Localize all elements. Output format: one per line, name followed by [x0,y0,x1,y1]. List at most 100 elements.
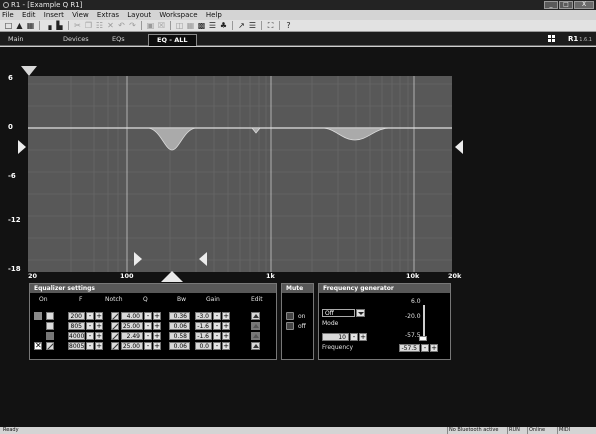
frequency-increment[interactable]: + [359,333,367,341]
frequency-field[interactable]: 10 [322,333,349,341]
copy-icon[interactable]: ❐ [83,21,94,31]
menu-edit[interactable]: Edit [22,11,36,19]
menu-help[interactable]: Help [206,11,222,19]
left-level-marker-icon[interactable] [18,140,26,154]
window-icon[interactable]: ◫ [174,21,185,31]
close-button[interactable]: X [574,1,594,9]
band-3-q-increment[interactable]: + [153,332,161,340]
band-2-bw-field[interactable]: 0.06 [169,322,190,330]
level-increment[interactable]: + [430,344,438,352]
band-4-notch-toggle[interactable] [111,342,119,350]
band-4-gain-field[interactable]: 0.0 [195,342,212,350]
band-4-frequency-field[interactable]: 8005 [68,342,85,350]
band-2-gain-increment[interactable]: + [222,322,230,330]
band-3-gain-decrement[interactable]: - [213,332,221,340]
band-1-q-increment[interactable]: + [153,312,161,320]
band-2-frequency-increment[interactable]: + [95,322,103,330]
band-3-gain-field[interactable]: -1.6 [195,332,212,340]
frame-x-icon[interactable]: ☒ [156,21,167,31]
band-2-edit-button[interactable] [251,322,260,330]
band-2-frequency-field[interactable]: 805 [68,322,85,330]
right-level-marker-icon[interactable] [455,140,463,154]
band-2-frequency-decrement[interactable]: - [86,322,94,330]
band-1-gain-decrement[interactable]: - [213,312,221,320]
band-3-notch-toggle[interactable] [111,332,119,340]
menu-extras[interactable]: Extras [97,11,119,19]
level-decrement[interactable]: - [421,344,429,352]
tab-eq-all[interactable]: EQ - ALL [148,34,197,46]
mute-off-radio[interactable] [286,322,294,330]
band-4-frequency-decrement[interactable]: - [86,342,94,350]
band-handle-icon[interactable] [161,271,183,282]
band-1-gain-increment[interactable]: + [222,312,230,320]
tab-main[interactable]: Main [8,34,24,46]
menu-file[interactable]: File [2,11,14,19]
mode-select[interactable]: Off [322,309,355,317]
top-marker-icon[interactable] [21,66,37,76]
delete-icon[interactable]: ✕ [105,21,116,31]
level-slider-track[interactable] [423,305,425,340]
arrow-tool-icon[interactable]: ↗ [236,21,247,31]
band-1-frequency-increment[interactable]: + [95,312,103,320]
align-icon[interactable]: ☰ [207,21,218,31]
band-3-frequency-field[interactable]: 4000 [68,332,85,340]
hierarchy-icon[interactable]: ♣ [218,21,229,31]
open-icon[interactable]: ▲ [14,21,25,31]
undo-icon[interactable]: ↶ [116,21,127,31]
chart-icon[interactable]: ▗ [43,21,54,31]
band-4-enable-checkbox[interactable]: ✕ [34,342,42,350]
minimize-button[interactable]: _ [544,1,558,9]
new-icon[interactable]: □ [3,21,14,31]
layout-icon[interactable]: ▩ [196,21,207,31]
band-4-gain-decrement[interactable]: - [213,342,221,350]
band-4-frequency-increment[interactable]: + [95,342,103,350]
redo-icon[interactable]: ↷ [127,21,138,31]
band-3-q-decrement[interactable]: - [144,332,152,340]
frequency-decrement[interactable]: - [350,333,358,341]
band-4-on-toggle[interactable] [46,342,54,350]
band-3-edit-button[interactable] [251,332,260,340]
band-4-q-decrement[interactable]: - [144,342,152,350]
menu-insert[interactable]: Insert [44,11,64,19]
band-4-edit-button[interactable] [251,342,260,350]
paste-icon[interactable]: ☷ [94,21,105,31]
band-1-frequency-decrement[interactable]: - [86,312,94,320]
band-2-q-increment[interactable]: + [153,322,161,330]
list-icon[interactable]: ☰ [247,21,258,31]
select-icon[interactable]: ⛶ [265,21,276,31]
frame-icon[interactable]: ▣ [145,21,156,31]
mute-on-radio[interactable] [286,312,294,320]
band-1-q-field[interactable]: 4.00 [121,312,143,320]
cut-icon[interactable]: ✂ [72,21,83,31]
band-2-notch-toggle[interactable] [111,322,119,330]
band-4-gain-increment[interactable]: + [222,342,230,350]
band-1-gain-field[interactable]: -3.0 [195,312,212,320]
tab-eqs[interactable]: EQs [112,34,125,46]
menu-workspace[interactable]: Workspace [159,11,197,19]
band-1-edit-button[interactable] [251,312,260,320]
save-icon[interactable]: ▦ [25,21,36,31]
band-3-on-checkbox[interactable] [46,332,54,340]
band-3-frequency-increment[interactable]: + [95,332,103,340]
band-1-frequency-field[interactable]: 200 [68,312,85,320]
low-freq-marker-icon[interactable] [134,252,142,266]
help-icon[interactable]: ? [283,21,294,31]
maximize-button[interactable]: □ [559,1,573,9]
layout-grid-icon[interactable] [548,35,555,42]
menu-view[interactable]: View [72,11,89,19]
band-1-q-decrement[interactable]: - [144,312,152,320]
band-3-frequency-decrement[interactable]: - [86,332,94,340]
band-4-q-increment[interactable]: + [153,342,161,350]
menu-layout[interactable]: Layout [127,11,151,19]
band-2-gain-field[interactable]: -1.6 [195,322,212,330]
band-1-on-checkbox[interactable] [46,312,54,320]
tab-devices[interactable]: Devices [63,34,89,46]
level-field[interactable]: -57.5 [399,344,420,352]
band-4-q-field[interactable]: 25.00 [121,342,143,350]
band-3-gain-increment[interactable]: + [222,332,230,340]
band-2-q-field[interactable]: 25.00 [121,322,143,330]
band-2-on-checkbox[interactable] [46,322,54,330]
mode-dropdown-arrow-icon[interactable] [356,309,365,317]
band-3-bw-field[interactable]: 0.58 [169,332,190,340]
high-freq-marker-icon[interactable] [199,252,207,266]
